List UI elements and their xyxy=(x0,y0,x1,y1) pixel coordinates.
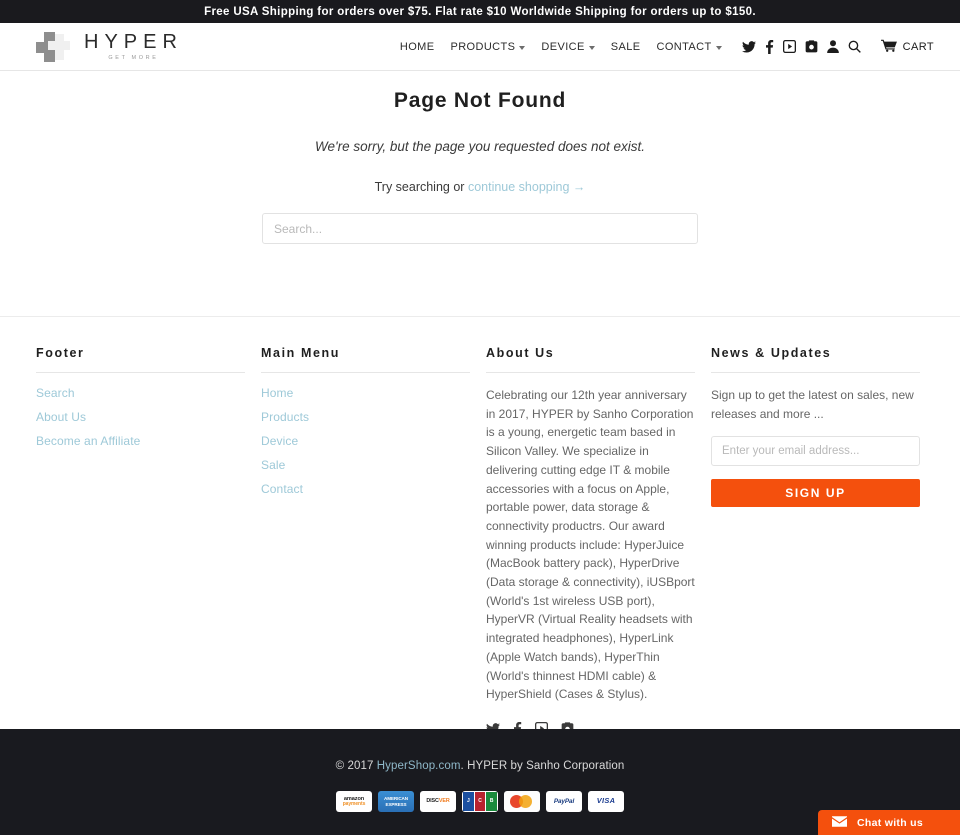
footer-column-heading: News & Updates xyxy=(711,346,832,360)
cart-icon xyxy=(880,39,897,55)
try-searching-line: Try searching or continue shopping → xyxy=(0,180,960,194)
pay-label: VISA xyxy=(596,796,616,806)
footer-link-products[interactable]: Products xyxy=(261,410,470,424)
announcement-text: Free USA Shipping for orders over $75. F… xyxy=(204,5,756,18)
nav-label: HOME xyxy=(399,40,435,53)
heading-rule xyxy=(36,372,245,373)
heading-rule xyxy=(711,372,920,373)
nav-label: PRODUCTS xyxy=(450,40,516,53)
copyright-suffix: . HYPER by Sanho Corporation xyxy=(460,760,625,772)
pay-sublabel: payments xyxy=(342,800,366,807)
jcb-icon: JCB xyxy=(462,791,498,812)
main-navigation: HOME PRODUCTS DEVICE SALE CONTACT CART xyxy=(392,39,934,55)
footer-column-news-updates: News & Updates Sign up to get the latest… xyxy=(711,346,920,741)
footer-link-become-an-affiliate[interactable]: Become an Affiliate xyxy=(36,434,245,448)
main-content: Page Not Found We're sorry, but the page… xyxy=(0,71,960,244)
copyright-prefix: © 2017 xyxy=(335,760,377,772)
pay-label: DISC xyxy=(426,797,439,804)
chevron-down-icon xyxy=(588,45,595,50)
hypershop-link[interactable]: HyperShop.com xyxy=(377,760,461,772)
site-footer: Footer Search About Us Become an Affilia… xyxy=(0,317,960,741)
mastercard-icon xyxy=(504,791,540,812)
chat-label: Chat with us xyxy=(857,816,924,829)
amazon-payments-icon: amazon payments xyxy=(336,791,372,812)
continue-shopping-link[interactable]: continue shopping → xyxy=(468,180,585,194)
header-social-links xyxy=(741,39,861,54)
pay-label: PayPal xyxy=(553,797,575,805)
email-field[interactable] xyxy=(711,436,920,467)
chevron-down-icon xyxy=(519,45,526,50)
nav-item-contact[interactable]: CONTACT xyxy=(648,41,729,53)
hyper-cross-logo-icon xyxy=(36,31,70,62)
announcement-bar: Free USA Shipping for orders over $75. F… xyxy=(0,0,960,23)
twitter-icon[interactable] xyxy=(741,40,756,53)
nav-label: DEVICE xyxy=(541,40,585,53)
nav-item-home[interactable]: HOME xyxy=(392,41,443,53)
footer-column-footer: Footer Search About Us Become an Affilia… xyxy=(36,346,245,741)
page-title: Page Not Found xyxy=(393,89,567,112)
search-input[interactable] xyxy=(262,213,698,244)
footer-link-sale[interactable]: Sale xyxy=(261,458,470,472)
nav-label: CONTACT xyxy=(656,40,712,53)
nav-item-products[interactable]: PRODUCTS xyxy=(442,41,533,53)
discover-icon: DISC VER xyxy=(420,791,456,812)
instagram-icon[interactable] xyxy=(805,40,818,53)
cart-link[interactable]: CART xyxy=(880,39,934,55)
footer-link-home[interactable]: Home xyxy=(261,386,470,400)
footer-column-heading: Footer xyxy=(36,346,85,360)
visa-icon: VISA xyxy=(588,791,624,812)
search-icon[interactable] xyxy=(848,40,861,53)
footer-column-main-menu: Main Menu Home Products Device Sale Cont… xyxy=(261,346,470,741)
error-message: We're sorry, but the page you requested … xyxy=(314,139,646,154)
site-logo[interactable]: HYPER GET MORE xyxy=(36,31,183,62)
signup-button[interactable]: SIGN UP xyxy=(711,479,920,508)
logo-wordmark: HYPER xyxy=(84,31,183,53)
footer-link-search[interactable]: Search xyxy=(36,386,245,400)
newsletter-description: Sign up to get the latest on sales, new … xyxy=(711,388,914,421)
paypal-icon: PayPal xyxy=(546,791,582,812)
cart-label: CART xyxy=(902,40,934,53)
footer-column-about-us: About Us Celebrating our 12th year anniv… xyxy=(486,346,695,741)
about-us-text: Celebrating our 12th year anniversary in… xyxy=(486,388,695,702)
chat-widget-button[interactable]: Chat with us xyxy=(818,810,960,835)
footer-link-device[interactable]: Device xyxy=(261,434,470,448)
nav-item-sale[interactable]: SALE xyxy=(603,41,649,53)
footer-link-about-us[interactable]: About Us xyxy=(36,410,245,424)
footer-column-heading: About Us xyxy=(486,346,555,360)
account-person-icon[interactable] xyxy=(826,40,839,53)
nav-label: SALE xyxy=(610,40,641,53)
pay-accent: VER xyxy=(438,797,450,804)
footer-column-heading: Main Menu xyxy=(261,346,340,360)
envelope-icon xyxy=(832,815,847,830)
payment-methods: amazon payments AMERICAN EXPRESS DISC VER… xyxy=(336,791,624,812)
logo-tagline: GET MORE xyxy=(108,55,159,61)
youtube-icon[interactable] xyxy=(782,40,796,53)
bottom-bar: © 2017 HyperShop.com. HYPER by Sanho Cor… xyxy=(0,729,960,835)
heading-rule xyxy=(261,372,470,373)
site-header: HYPER GET MORE HOME PRODUCTS DEVICE SALE… xyxy=(0,23,960,71)
heading-rule xyxy=(486,372,695,373)
facebook-icon[interactable] xyxy=(765,39,774,54)
nav-item-device[interactable]: DEVICE xyxy=(533,41,602,53)
copyright: © 2017 HyperShop.com. HYPER by Sanho Cor… xyxy=(336,760,625,772)
pay-label: AMERICAN EXPRESS xyxy=(384,796,408,807)
american-express-icon: AMERICAN EXPRESS xyxy=(378,791,414,812)
chevron-down-icon xyxy=(715,45,722,50)
footer-link-contact[interactable]: Contact xyxy=(261,482,470,496)
try-searching-prefix: Try searching or xyxy=(374,180,468,194)
